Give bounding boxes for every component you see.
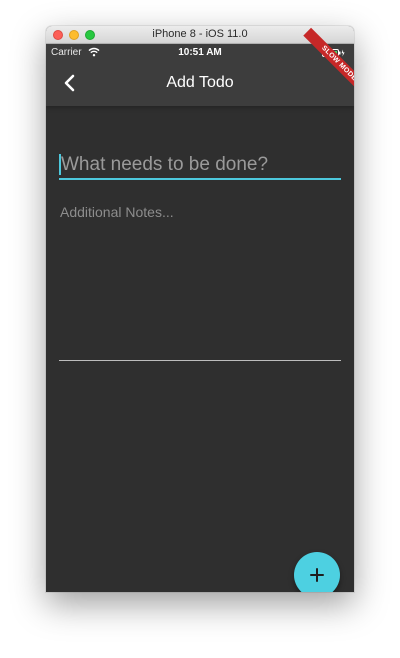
notes-textarea[interactable]: Additional Notes... [59, 204, 341, 361]
page-title: Add Todo [166, 74, 234, 91]
simulator-window: iPhone 8 - iOS 11.0 Carrier 10:51 AM SLO… [46, 26, 354, 592]
app-bar: Carrier 10:51 AM SLOW MODE Add Todo [46, 27, 354, 106]
phone-screen: Carrier 10:51 AM SLOW MODE Add Todo What… [46, 27, 354, 592]
add-todo-button[interactable] [294, 552, 340, 592]
notes-placeholder: Additional Notes... [60, 204, 174, 220]
status-bar: Carrier 10:51 AM [46, 44, 354, 60]
todo-title-placeholder: What needs to be done? [61, 154, 269, 175]
plus-icon [310, 568, 324, 582]
todo-title-input[interactable]: What needs to be done? [59, 150, 341, 180]
status-time: 10:51 AM [178, 47, 222, 58]
